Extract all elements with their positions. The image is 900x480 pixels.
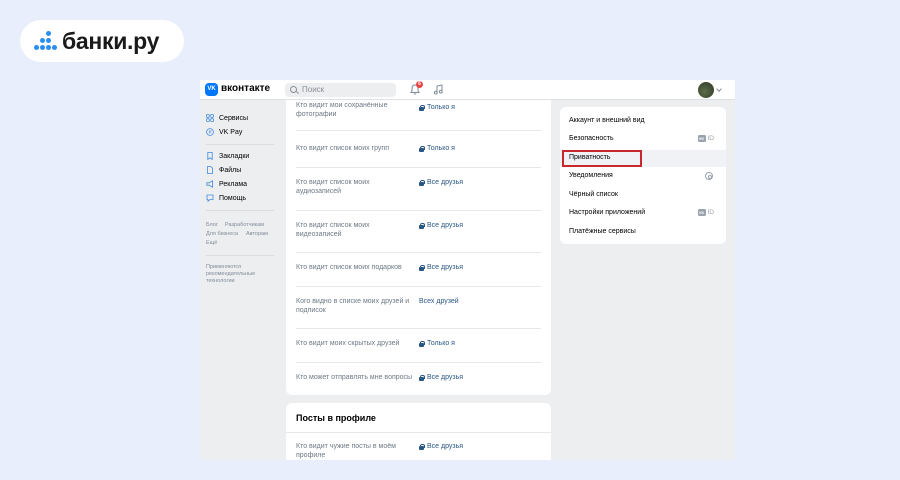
settings-item-label: Аккаунт и внешний вид — [569, 117, 645, 124]
settings-item-label: Настройки приложений — [569, 209, 646, 216]
vk-logo-icon[interactable]: VK — [205, 83, 218, 96]
row-divider — [296, 362, 541, 363]
sidebar-item-label: Помощь — [219, 194, 247, 202]
sidebar-item-label: Реклама — [219, 180, 248, 188]
help-icon — [206, 194, 214, 202]
privacy-question: Кто видит чужие посты в моём профиле — [296, 443, 396, 459]
posts-settings-card: Посты в профиле Кто видит чужие посты в … — [286, 403, 551, 460]
privacy-answer[interactable]: Только я — [419, 145, 455, 152]
site-name[interactable]: вконтакте — [221, 83, 270, 94]
sidebar-item-services[interactable]: Сервисы — [206, 112, 248, 124]
highlight-box — [562, 150, 642, 167]
privacy-question: Кто видит список моих подарков — [296, 264, 402, 271]
sidebar-item-label: Закладки — [219, 152, 250, 160]
lock-icon — [419, 179, 425, 186]
footer-link-authors[interactable]: Авторам — [246, 231, 268, 237]
settings-item-security[interactable]: Безопасность VK ID — [560, 131, 726, 148]
banki-logo: банки.ру — [20, 20, 184, 62]
search-input[interactable]: Поиск — [285, 83, 396, 97]
row-divider — [296, 210, 541, 211]
lock-icon — [419, 340, 425, 347]
footer-link-business[interactable]: Для бизнеса — [206, 231, 238, 237]
privacy-answer[interactable]: Все друзья — [419, 443, 463, 450]
chevron-down-icon[interactable] — [716, 86, 722, 92]
sidebar-divider — [206, 255, 274, 256]
sidebar-item-label: Сервисы — [219, 114, 249, 122]
sidebar-item-bookmarks[interactable]: Закладки — [206, 150, 249, 162]
row-divider — [296, 167, 541, 168]
vk-screenshot: VK вконтакте Поиск 6 Сервисы ₽ VK Pay За… — [200, 80, 735, 460]
settings-item-label: Платёжные сервисы — [569, 228, 636, 235]
banki-logo-text: банки.ру — [62, 27, 160, 54]
sidebar-divider — [206, 210, 274, 211]
settings-item-blacklist[interactable]: Чёрный список — [560, 187, 726, 204]
lock-icon — [419, 145, 425, 152]
privacy-question: Кто видит моих скрытых друзей — [296, 340, 400, 347]
privacy-question: Кто видит список моих видеозаписей — [296, 222, 370, 238]
section-title: Посты в профиле — [296, 413, 376, 423]
file-icon — [207, 166, 213, 174]
vk-id-icon: VK ID — [697, 209, 714, 216]
row-divider — [296, 286, 541, 287]
svg-text:₽: ₽ — [209, 130, 213, 135]
grid-icon — [206, 114, 214, 122]
sidebar-item-label: VK Pay — [219, 128, 243, 136]
row-divider — [296, 328, 541, 329]
vk-id-icon: VK ID — [697, 135, 714, 142]
privacy-question: Кто видит список моих аудиозаписей — [296, 179, 370, 195]
privacy-answer[interactable]: Только я — [419, 104, 455, 111]
sidebar-divider — [206, 144, 274, 145]
settings-item-payments[interactable]: Платёжные сервисы — [560, 224, 726, 241]
privacy-question: Кого видно в списке моих друзей и подпис… — [296, 298, 410, 314]
top-header: VK вконтакте Поиск 6 — [200, 80, 735, 100]
settings-item-apps[interactable]: Настройки приложений VK ID — [560, 205, 726, 222]
bookmark-icon — [207, 152, 213, 160]
row-divider — [296, 130, 541, 131]
settings-item-label: Безопасность — [569, 135, 614, 142]
privacy-answer[interactable]: Все друзья — [419, 264, 463, 271]
avatar[interactable] — [698, 82, 714, 98]
lock-icon — [419, 222, 425, 229]
settings-item-label: Уведомления — [569, 172, 613, 179]
search-icon — [290, 86, 297, 93]
privacy-answer[interactable]: Только я — [419, 340, 455, 347]
privacy-answer[interactable]: Всех друзей — [419, 298, 459, 305]
section-divider — [286, 432, 551, 433]
recommendation-note: Применяются рекомендательные технологии — [206, 264, 256, 284]
privacy-answer[interactable]: Все друзья — [419, 374, 463, 381]
privacy-question: Кто видит список моих групп — [296, 145, 390, 152]
lock-icon — [419, 374, 425, 381]
notification-badge: 6 — [416, 81, 423, 88]
privacy-question: Кто видит мои сохранённые фотографии — [296, 102, 388, 118]
footer-link-blog[interactable]: Блог — [206, 222, 218, 228]
settings-menu: Аккаунт и внешний вид Безопасность VK ID … — [560, 107, 726, 244]
vk-pay-icon: ₽ — [206, 128, 214, 136]
settings-item-label: Чёрный список — [569, 191, 618, 198]
footer-link-more[interactable]: Ещё — [206, 240, 217, 246]
music-icon[interactable] — [433, 84, 443, 95]
privacy-question: Кто может отправлять мне вопросы — [296, 374, 413, 381]
lock-icon — [419, 104, 425, 111]
settings-item-account[interactable]: Аккаунт и внешний вид — [560, 113, 726, 130]
privacy-answer[interactable]: Все друзья — [419, 179, 463, 186]
megaphone-icon — [206, 180, 213, 188]
lock-icon — [419, 443, 425, 450]
privacy-settings-card: Кто видит мои сохранённые фотографии Тол… — [286, 100, 551, 395]
footer-link-developers[interactable]: Разработчикам — [225, 222, 264, 228]
sidebar-item-ads[interactable]: Реклама — [206, 178, 247, 190]
sidebar-item-help[interactable]: Помощь — [206, 192, 246, 204]
lock-icon — [419, 264, 425, 271]
banki-logo-icon — [34, 31, 57, 51]
search-placeholder: Поиск — [302, 85, 325, 94]
privacy-answer[interactable]: Все друзья — [419, 222, 463, 229]
gear-icon — [705, 172, 713, 180]
sidebar-item-files[interactable]: Файлы — [206, 164, 241, 176]
sidebar-item-vk-pay[interactable]: ₽ VK Pay — [206, 126, 242, 138]
settings-item-notifications[interactable]: Уведомления — [560, 168, 726, 185]
settings-item-privacy[interactable]: Приватность — [560, 150, 726, 167]
sidebar-item-label: Файлы — [219, 166, 242, 174]
row-divider — [296, 252, 541, 253]
